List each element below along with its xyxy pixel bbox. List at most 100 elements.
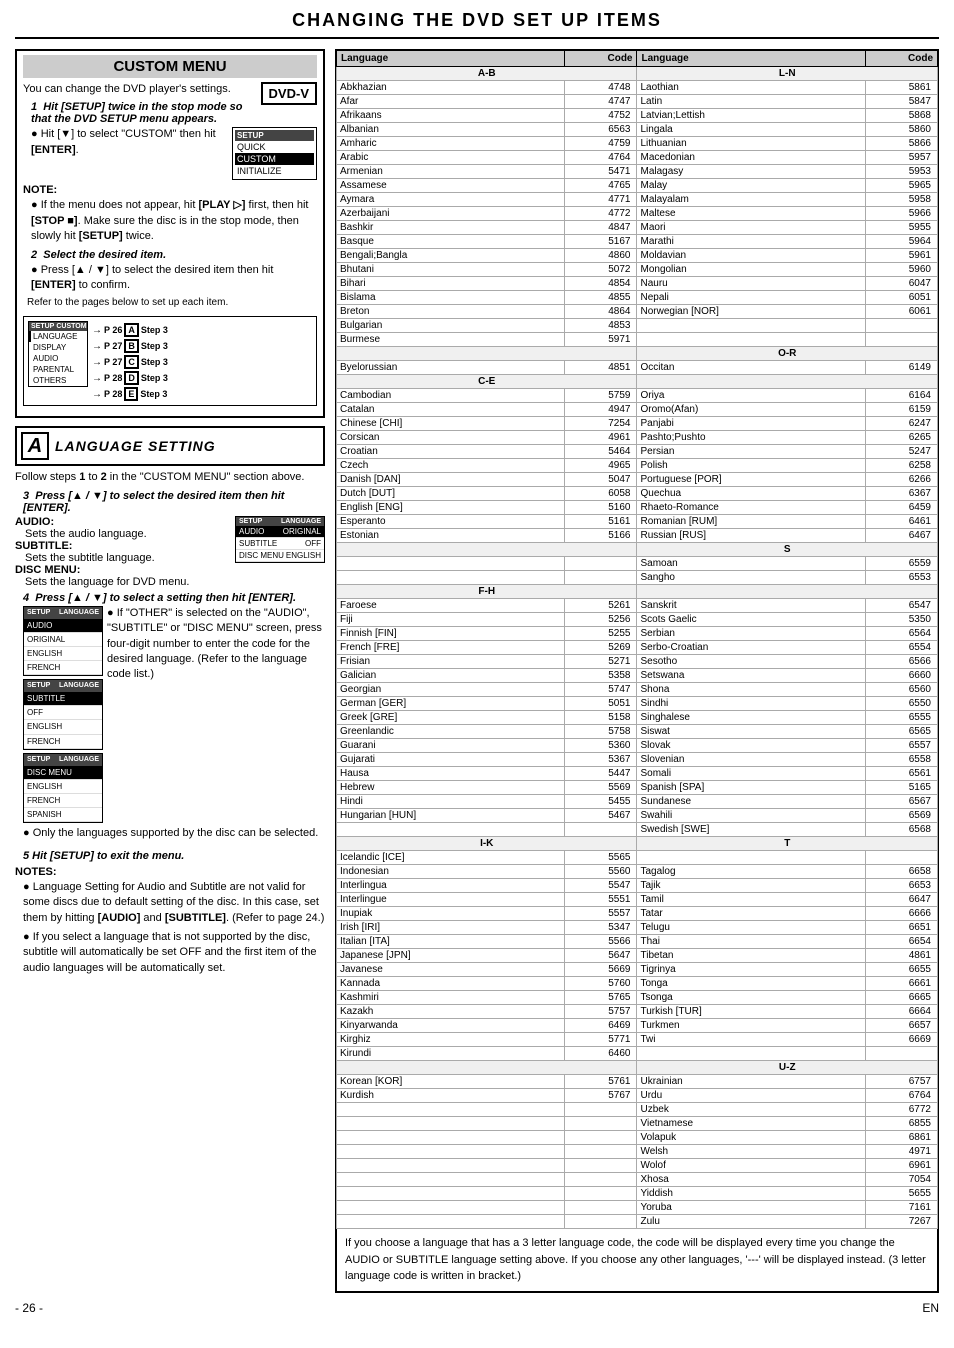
do-spanish: SPANISH bbox=[24, 808, 102, 822]
table-row: Greenlandic5758Siswat6565 bbox=[337, 725, 938, 739]
table-row: Albanian6563Lingala5860 bbox=[337, 123, 938, 137]
subtitle-other-screenshot: SETUPLANGUAGE SUBTITLE OFF ENGLISH FRENC… bbox=[23, 679, 103, 750]
table-row: Greek [GRE]5158Singhalese6555 bbox=[337, 711, 938, 725]
table-row: Bulgarian4853 bbox=[337, 319, 938, 333]
so-off: OFF bbox=[24, 706, 102, 720]
table-row: Cambodian5759Oriya6164 bbox=[337, 389, 938, 403]
table-row: Esperanto5161Romanian [RUM]6461 bbox=[337, 515, 938, 529]
table-row: Czech4965Polish6258 bbox=[337, 459, 938, 473]
table-row: Hindi5455Sundanese6567 bbox=[337, 795, 938, 809]
nav-arrow-e: → P 28 E Step 3 bbox=[92, 387, 168, 401]
page: CHANGING THE DVD SET UP ITEMS CUSTOM MEN… bbox=[0, 0, 954, 1325]
table-row: Volapuk6861 bbox=[337, 1131, 938, 1145]
disc-menu-desc: Sets the language for DVD menu. bbox=[25, 576, 325, 588]
table-row: Vietnamese6855 bbox=[337, 1117, 938, 1131]
table-row: Uzbek6772 bbox=[337, 1103, 938, 1117]
table-row: Bislama4855Nepali6051 bbox=[337, 291, 938, 305]
section-header-row: C-E bbox=[337, 375, 938, 389]
page-title: CHANGING THE DVD SET UP ITEMS bbox=[15, 10, 939, 39]
table-row: Breton4864Norwegian [NOR]6061 bbox=[337, 305, 938, 319]
setup-menu-screenshot: SETUP QUICK CUSTOM INITIALIZE bbox=[232, 127, 317, 180]
table-row: Kirghiz5771Twi6669 bbox=[337, 1033, 938, 1047]
col3-header: Language bbox=[637, 51, 865, 67]
col2-header: Code bbox=[565, 51, 637, 67]
nav-language: LANGUAGE bbox=[29, 331, 87, 342]
ls-subtitle: SUBTITLEOFF bbox=[236, 538, 324, 550]
bullet2: ● Press [▲ / ▼] to select the desired it… bbox=[31, 263, 317, 294]
table-row: Kirundi6460 bbox=[337, 1047, 938, 1061]
table-row: Korean [KOR]5761Ukrainian6757 bbox=[337, 1075, 938, 1089]
nav-arrows: → P 26 A Step 3 → P 27 B Step 3 → P 27 C… bbox=[92, 323, 168, 401]
audio-other-header: SETUPLANGUAGE bbox=[24, 607, 102, 619]
table-row: Abkhazian4748Laothian5861 bbox=[337, 81, 938, 95]
note-header: NOTE: bbox=[23, 184, 317, 196]
table-row: Bhutani5072Mongolian5960 bbox=[337, 263, 938, 277]
col4-header: Code bbox=[865, 51, 937, 67]
discmenu-other-screenshot: SETUPLANGUAGE DISC MENU ENGLISH FRENCH S… bbox=[23, 753, 103, 824]
table-row: Gujarati5367Slovenian6558 bbox=[337, 753, 938, 767]
table-row: Galician5358Setswana6660 bbox=[337, 669, 938, 683]
section-a-label: LANGUAGE SETTING bbox=[55, 438, 216, 454]
col1-header: Language bbox=[337, 51, 565, 67]
nav-arrow-a: → P 26 A Step 3 bbox=[92, 323, 168, 337]
so-french: FRENCH bbox=[24, 735, 102, 749]
do-french: FRENCH bbox=[24, 794, 102, 808]
language-table: Language Code Language Code A-BL-NAbkhaz… bbox=[336, 50, 938, 1229]
audio-other-screenshot: SETUPLANGUAGE AUDIO ORIGINAL ENGLISH FRE… bbox=[23, 606, 103, 677]
step3: 3 Press [▲ / ▼] to select the desired it… bbox=[23, 490, 325, 514]
table-row: Danish [DAN]5047Portuguese [POR]6266 bbox=[337, 473, 938, 487]
bottom-note1: ● Language Setting for Audio and Subtitl… bbox=[23, 880, 325, 926]
table-row: Estonian5166Russian [RUS]6467 bbox=[337, 529, 938, 543]
ao-french: FRENCH bbox=[24, 661, 102, 675]
nav-audio: AUDIO bbox=[29, 353, 87, 364]
table-row: Georgian5747Shona6560 bbox=[337, 683, 938, 697]
bottom-notes: 5 Hit [SETUP] to exit the menu. NOTES: ●… bbox=[15, 850, 325, 976]
table-row: Afrikaans4752Latvian;Lettish5868 bbox=[337, 109, 938, 123]
table-row: Burmese5971 bbox=[337, 333, 938, 347]
step2: 2 Select the desired item. bbox=[31, 249, 317, 261]
nav-menu-header: SETUPCUSTOM bbox=[29, 322, 87, 331]
table-row: Armenian5471Malagasy5953 bbox=[337, 165, 938, 179]
table-row: Bengali;Bangla4860Moldavian5961 bbox=[337, 249, 938, 263]
table-row: Kannada5760Tonga6661 bbox=[337, 977, 938, 991]
ls-disc: DISC MENUENGLISH bbox=[236, 550, 324, 562]
table-row: Afar4747Latin5847 bbox=[337, 95, 938, 109]
main-layout: CUSTOM MENU DVD-V You can change the DVD… bbox=[15, 49, 939, 1293]
audio-section: SETUPLANGUAGE AUDIOORIGINAL SUBTITLEOFF … bbox=[15, 516, 325, 588]
table-row: Hebrew5569Spanish [SPA]5165 bbox=[337, 781, 938, 795]
table-row: Samoan6559 bbox=[337, 557, 938, 571]
table-row: Yoruba7161 bbox=[337, 1201, 938, 1215]
table-row: Bashkir4847Maori5955 bbox=[337, 221, 938, 235]
table-row: Interlingue5551Tamil6647 bbox=[337, 893, 938, 907]
discmenu-other-header: SETUPLANGUAGE bbox=[24, 754, 102, 766]
setup-menu-title: SETUP bbox=[235, 130, 314, 141]
table-row: Kashmiri5765Tsonga6665 bbox=[337, 991, 938, 1005]
table-row: Wolof6961 bbox=[337, 1159, 938, 1173]
note1: ● If the menu does not appear, hit [PLAY… bbox=[31, 198, 317, 244]
section-a-box: A bbox=[21, 432, 49, 460]
section-header-row: O-R bbox=[337, 347, 938, 361]
footer-lang: EN bbox=[922, 1301, 939, 1315]
menu-custom: CUSTOM bbox=[235, 153, 314, 165]
bullet4b: ● Only the languages supported by the di… bbox=[23, 826, 325, 841]
table-row: Swedish [SWE]6568 bbox=[337, 823, 938, 837]
ao-audio: AUDIO bbox=[24, 619, 102, 633]
table-row: Kurdish5767Urdu6764 bbox=[337, 1089, 938, 1103]
section-header-row: U-Z bbox=[337, 1061, 938, 1075]
table-row: Japanese [JPN]5647Tibetan4861 bbox=[337, 949, 938, 963]
table-row: Amharic4759Lithuanian5866 bbox=[337, 137, 938, 151]
disc-menu-label: DISC MENU: bbox=[15, 564, 325, 576]
footer-page: - 26 - bbox=[15, 1301, 43, 1315]
table-bottom-note: If you choose a language that has a 3 le… bbox=[336, 1229, 938, 1292]
right-column: Language Code Language Code A-BL-NAbkhaz… bbox=[335, 49, 939, 1293]
menu-quick: QUICK bbox=[235, 141, 314, 153]
custom-menu-title: CUSTOM MENU bbox=[23, 55, 317, 78]
table-row: German [GER]5051Sindhi6550 bbox=[337, 697, 938, 711]
table-row: Aymara4771Malayalam5958 bbox=[337, 193, 938, 207]
nav-menu-box: SETUPCUSTOM LANGUAGE DISPLAY AUDIO PAREN… bbox=[28, 321, 88, 387]
table-row: Sangho6553 bbox=[337, 571, 938, 585]
bullet4a-text: ● If "OTHER" is selected on the "AUDIO",… bbox=[107, 606, 325, 683]
table-row: French [FRE]5269Serbo-Croatian6554 bbox=[337, 641, 938, 655]
ls-audio: AUDIOORIGINAL bbox=[236, 526, 324, 538]
nav-arrow-b: → P 27 B Step 3 bbox=[92, 339, 168, 353]
